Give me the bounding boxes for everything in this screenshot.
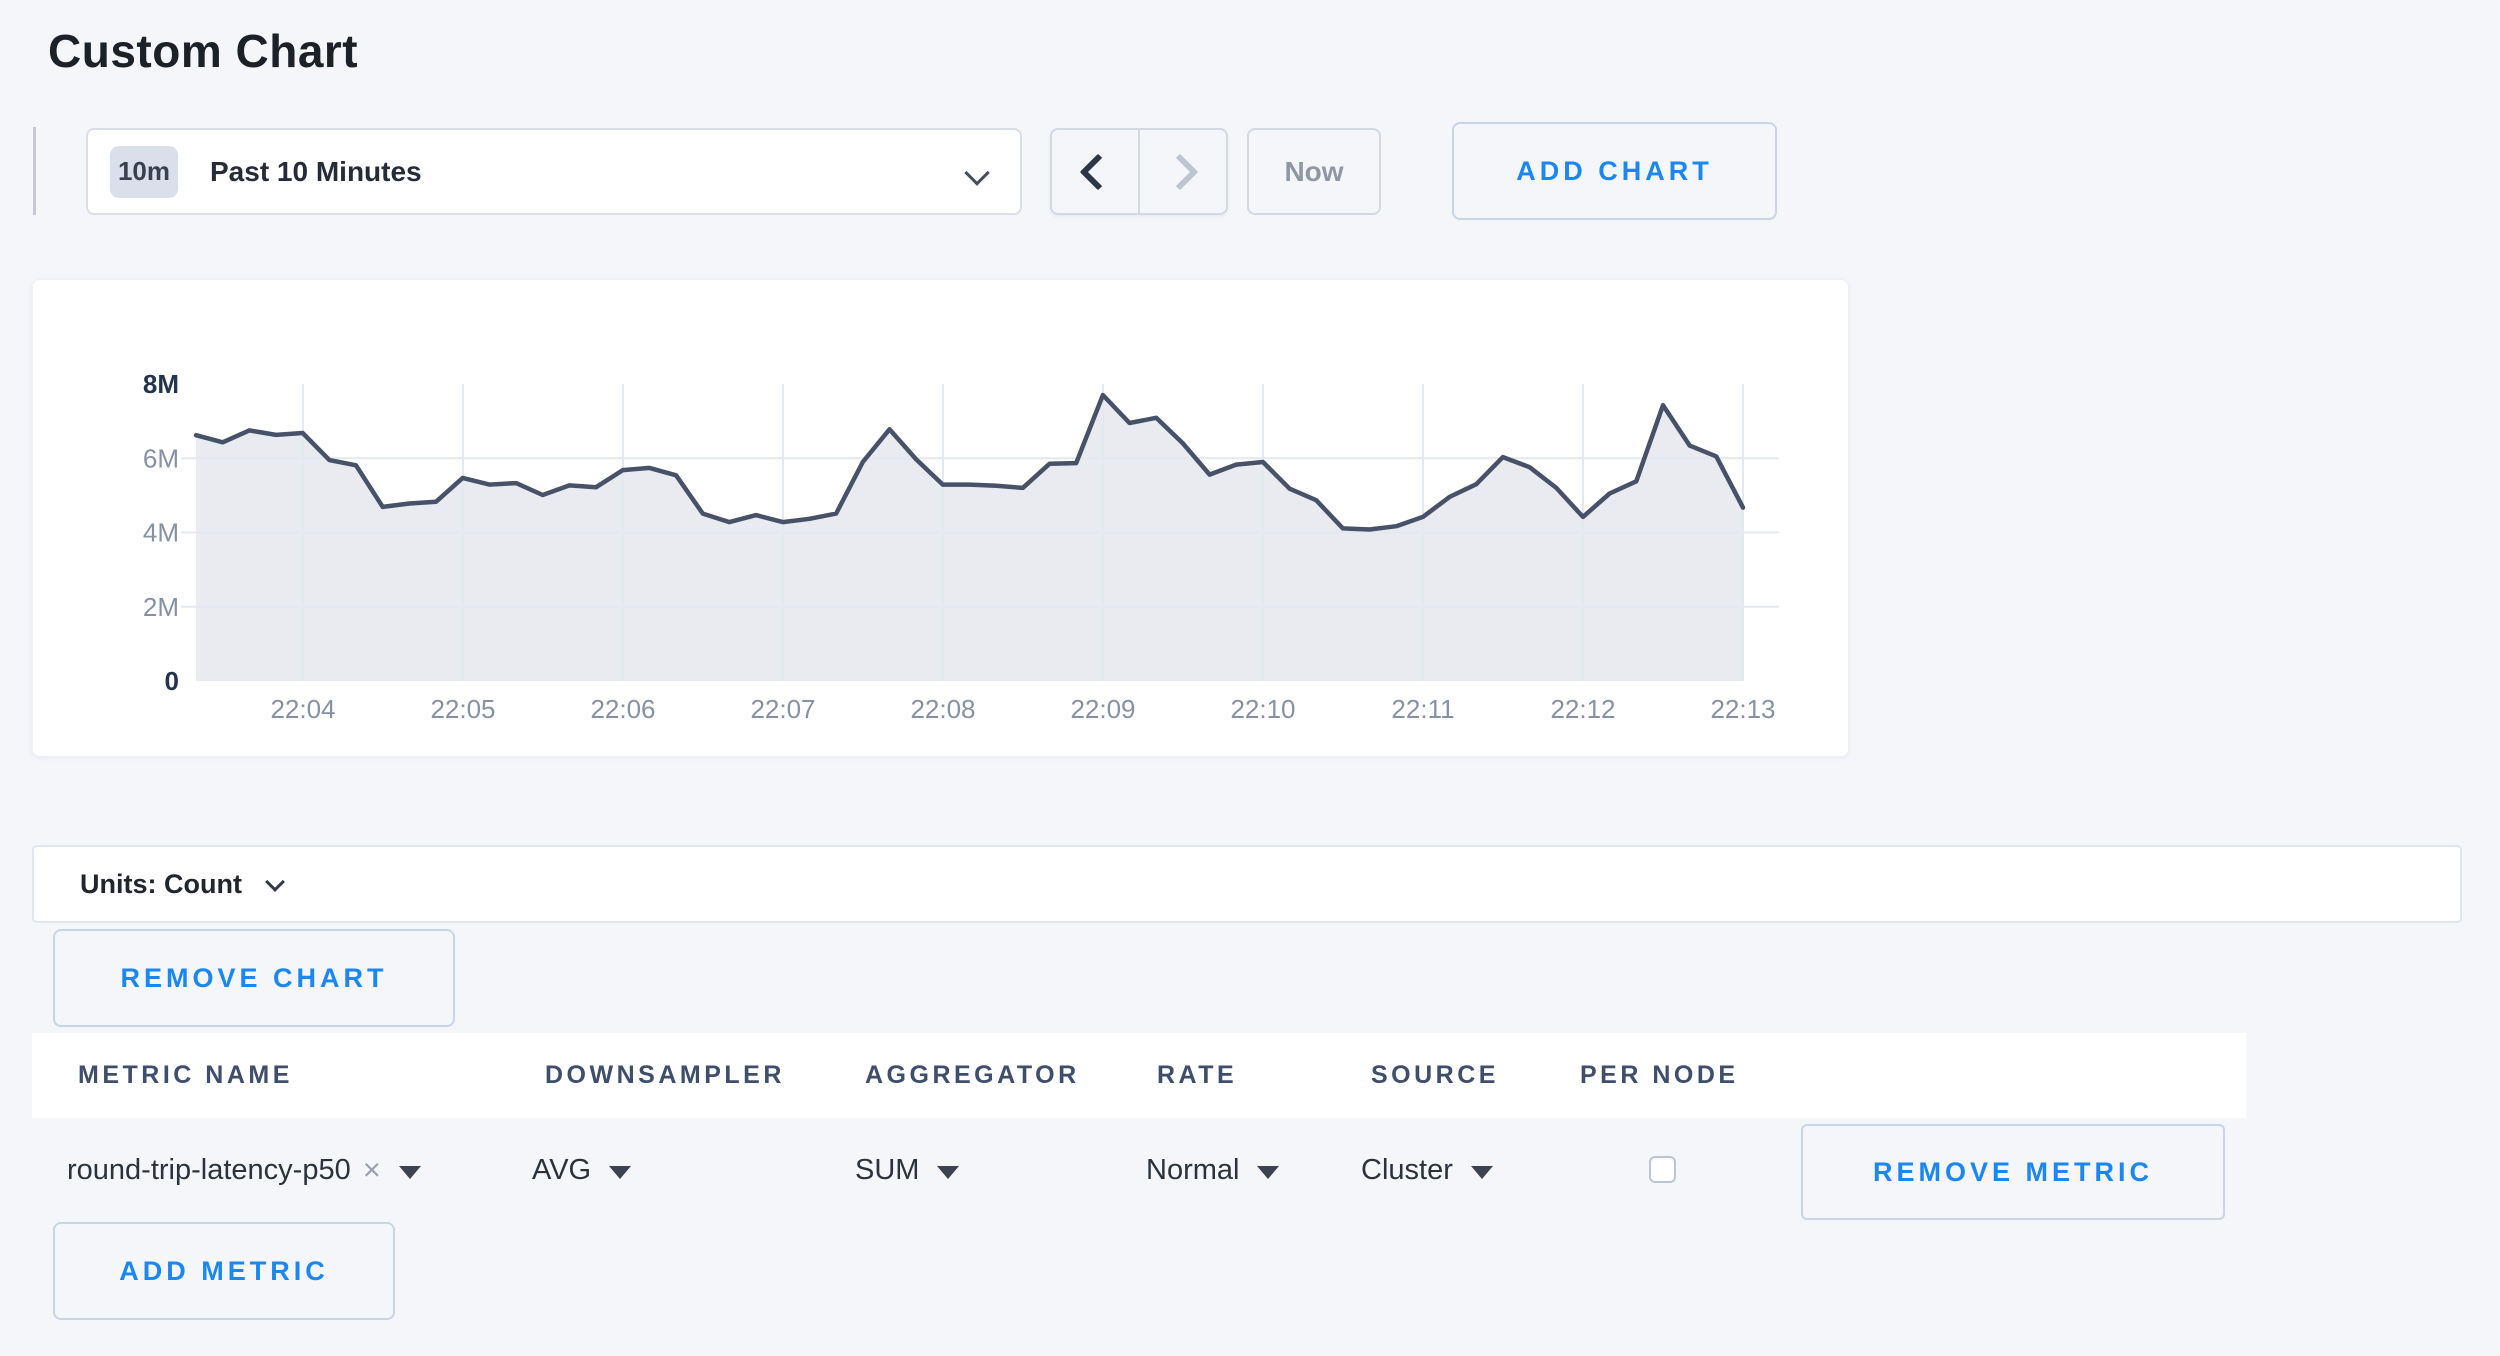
- caret-down-icon: [1471, 1166, 1493, 1179]
- source-dropdown[interactable]: Cluster: [1361, 1118, 1493, 1222]
- column-header-per-node: PER NODE: [1580, 1033, 1739, 1118]
- table-row: round-trip-latency-p50 × AVG SUM Normal …: [32, 1118, 2246, 1222]
- x-axis-tick: 22:06: [590, 694, 655, 724]
- x-axis-tick: 22:05: [430, 694, 495, 724]
- column-header-source: SOURCE: [1371, 1033, 1499, 1118]
- column-header-aggregator: AGGREGATOR: [865, 1033, 1080, 1118]
- units-dropdown[interactable]: Units: Count: [32, 845, 2462, 923]
- units-label: Units: Count: [80, 869, 242, 900]
- x-axis-tick: 22:07: [750, 694, 815, 724]
- now-button[interactable]: Now: [1247, 128, 1381, 215]
- x-axis-tick: 22:10: [1230, 694, 1295, 724]
- add-metric-button[interactable]: ADD METRIC: [53, 1222, 395, 1320]
- aggregator-dropdown[interactable]: SUM: [855, 1118, 959, 1222]
- remove-metric-button[interactable]: REMOVE METRIC: [1801, 1124, 2225, 1220]
- y-axis-tick: 6M: [143, 443, 179, 473]
- chevron-right-icon: [1162, 153, 1199, 190]
- x-axis-tick: 22:09: [1070, 694, 1135, 724]
- x-axis-tick: 22:13: [1710, 694, 1775, 724]
- column-header-metric-name: METRIC NAME: [78, 1033, 293, 1118]
- metric-name-value: round-trip-latency-p50: [67, 1154, 351, 1187]
- caret-down-icon: [609, 1166, 631, 1179]
- metrics-table-header: METRIC NAME DOWNSAMPLER AGGREGATOR RATE …: [32, 1033, 2246, 1118]
- chart-area-fill: [196, 395, 1743, 681]
- aggregator-value: SUM: [855, 1154, 919, 1187]
- x-axis-tick: 22:04: [270, 694, 335, 724]
- downsampler-dropdown[interactable]: AVG: [532, 1118, 631, 1222]
- column-header-downsampler: DOWNSAMPLER: [545, 1033, 785, 1118]
- prev-time-button[interactable]: [1052, 130, 1140, 213]
- chevron-left-icon: [1080, 153, 1117, 190]
- per-node-checkbox[interactable]: [1649, 1156, 1676, 1183]
- column-header-rate: RATE: [1157, 1033, 1237, 1118]
- x-axis-tick: 22:08: [910, 694, 975, 724]
- remove-tag-icon[interactable]: ×: [363, 1152, 381, 1188]
- time-range-badge: 10m: [110, 146, 178, 198]
- rate-dropdown[interactable]: Normal: [1146, 1118, 1279, 1222]
- caret-down-icon: [937, 1166, 959, 1179]
- next-time-button[interactable]: [1140, 130, 1226, 213]
- x-axis-tick: 22:11: [1391, 694, 1454, 724]
- toolbar-accent-bar: [33, 127, 36, 215]
- y-axis-tick: 0: [165, 666, 179, 696]
- x-axis-tick: 22:12: [1550, 694, 1615, 724]
- time-pager: [1050, 128, 1228, 215]
- chevron-down-icon: [265, 872, 285, 892]
- chevron-down-icon: [964, 160, 989, 185]
- caret-down-icon: [1257, 1166, 1279, 1179]
- page-title: Custom Chart: [48, 24, 358, 78]
- time-range-dropdown[interactable]: 10m Past 10 Minutes: [86, 128, 1022, 215]
- time-range-label: Past 10 Minutes: [210, 156, 422, 188]
- downsampler-value: AVG: [532, 1154, 591, 1187]
- metric-area-chart: 8M 6M 4M 2M 0 22:04 22:05 22:06 22:07 22:08 22:09 2…: [33, 280, 1850, 758]
- y-axis-tick: 8M: [143, 369, 179, 399]
- rate-value: Normal: [1146, 1154, 1239, 1187]
- y-axis-tick: 4M: [143, 518, 179, 548]
- chart-card: 8M 6M 4M 2M 0 22:04 22:05 22:06 22:07 22:08 22:09 2…: [32, 279, 1849, 757]
- add-chart-button[interactable]: ADD CHART: [1452, 122, 1777, 220]
- metric-name-dropdown[interactable]: round-trip-latency-p50 ×: [67, 1118, 421, 1222]
- source-value: Cluster: [1361, 1154, 1453, 1187]
- y-axis-tick: 2M: [143, 592, 179, 622]
- caret-down-icon: [399, 1166, 421, 1179]
- remove-chart-button[interactable]: REMOVE CHART: [53, 929, 455, 1027]
